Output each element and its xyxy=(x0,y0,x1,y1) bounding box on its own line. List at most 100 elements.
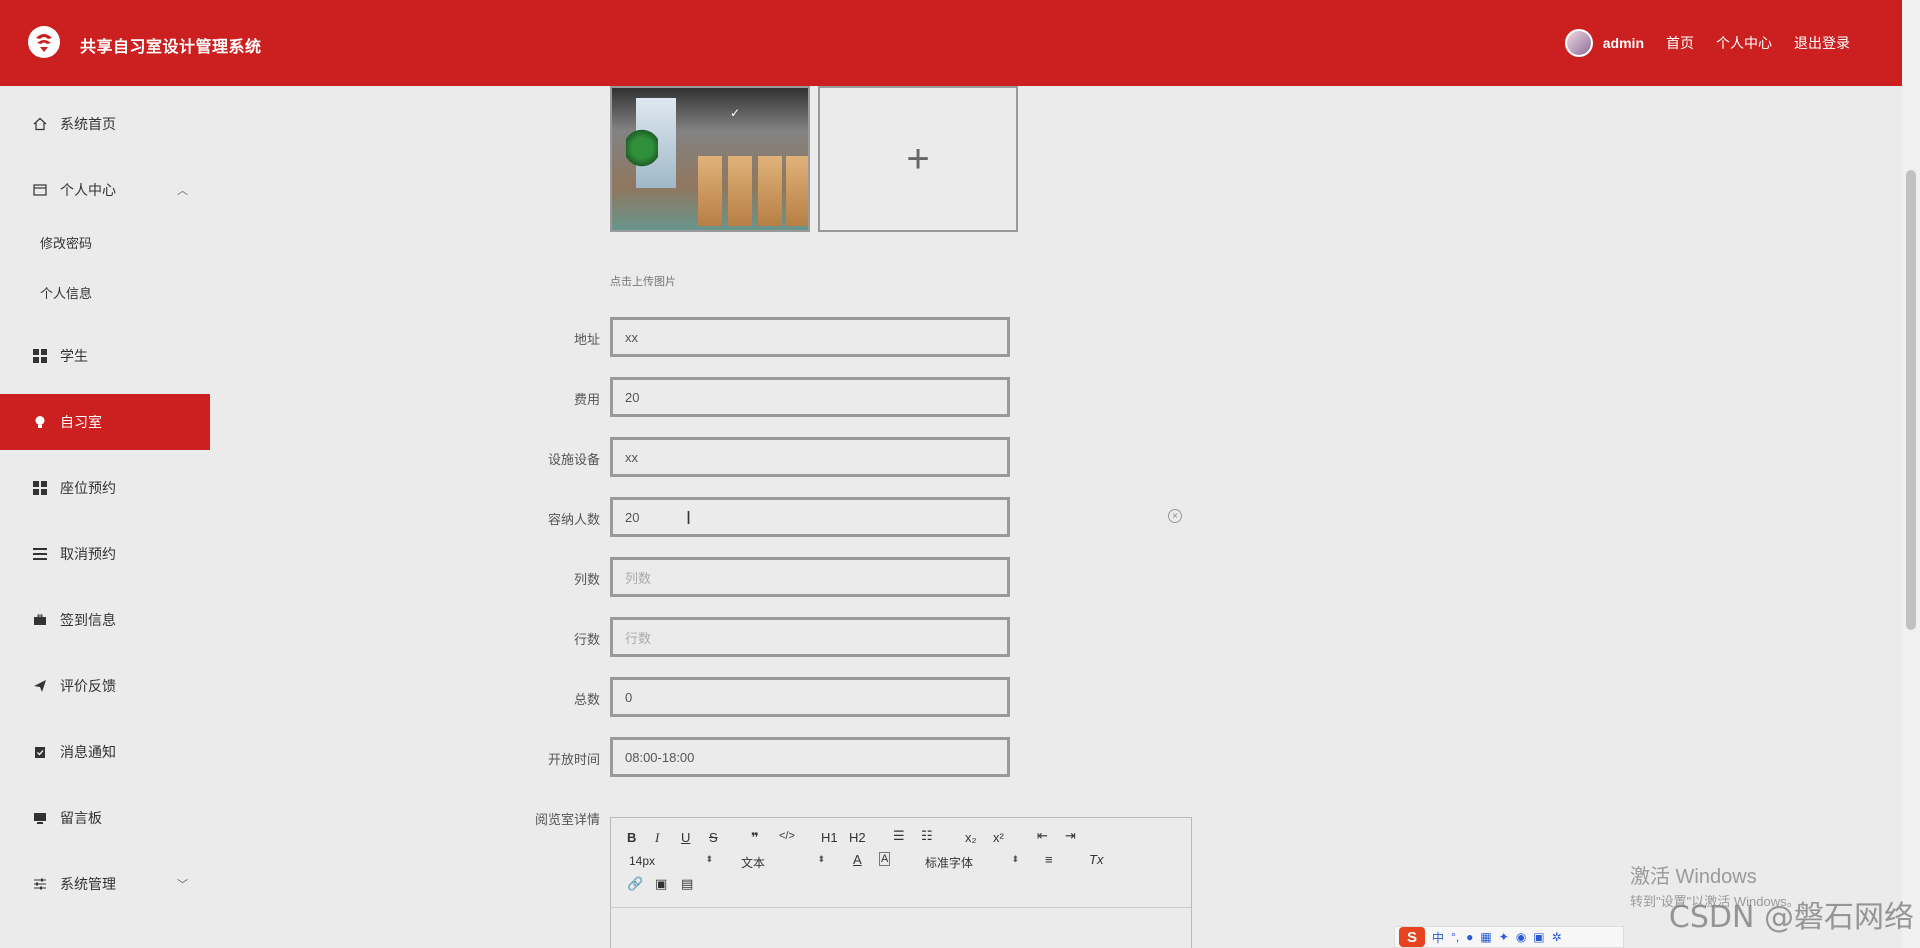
punctuation-icon[interactable]: °, xyxy=(1451,930,1459,944)
vertical-scrollbar[interactable] xyxy=(1902,0,1920,948)
address-input[interactable]: xx xyxy=(610,317,1010,357)
outdent-icon[interactable]: ⇤ xyxy=(1037,828,1048,844)
home-link[interactable]: 首页 xyxy=(1666,33,1694,53)
sidebar-subitem-personal-info[interactable]: 个人信息 xyxy=(0,267,210,317)
keyboard-icon[interactable]: ▦ xyxy=(1480,930,1491,944)
sidebar-item-label: 个人中心 xyxy=(60,182,116,198)
strike-button[interactable]: S xyxy=(709,830,718,845)
fee-input[interactable]: 20 xyxy=(610,377,1010,417)
italic-button[interactable]: I xyxy=(655,830,659,846)
total-input[interactable]: 0 xyxy=(610,677,1010,717)
logout-link[interactable]: 退出登录 xyxy=(1794,33,1850,53)
fee-label: 费用 xyxy=(573,392,600,407)
clipboard-icon xyxy=(32,744,48,760)
list-icon xyxy=(32,546,48,562)
link-icon[interactable]: 🔗 xyxy=(627,876,643,892)
editor-toolbar: B I U S ❞ </> H1 H2 ☰ ☷ x₂ x² ⇤ ⇥ 14px ⬍ … xyxy=(611,818,1191,908)
sidebar-subitem-change-password[interactable]: 修改密码 xyxy=(0,217,210,267)
check-icon: ✓ xyxy=(730,106,741,120)
font-family-select[interactable]: 标准字体 ⬍ xyxy=(925,854,1019,871)
watermark-line1: 激活 Windows xyxy=(1630,866,1757,888)
sidebar-item-label: 留言板 xyxy=(60,810,102,826)
chevron-up-icon: ︿ xyxy=(177,185,188,197)
sidebar-item-label: 签到信息 xyxy=(60,612,116,628)
sidebar-item-label: 取消预约 xyxy=(60,546,116,562)
total-label: 总数 xyxy=(573,692,600,707)
video-icon[interactable]: ▤ xyxy=(681,876,693,892)
sidebar-item-message-board[interactable]: 留言板 xyxy=(0,790,210,846)
grid-menu-icon[interactable]: ▣ xyxy=(1533,930,1544,944)
ime-mode[interactable]: 中 xyxy=(1432,929,1444,946)
app-logo xyxy=(28,26,60,58)
superscript-button[interactable]: x² xyxy=(993,830,1004,845)
upload-hint: 点击上传图片 xyxy=(610,276,676,288)
font-size-select[interactable]: 14px ⬍ xyxy=(629,854,713,868)
sidebar-item-label: 系统首页 xyxy=(60,116,116,132)
sidebar-item-personal-center[interactable]: 个人中心 ︿ xyxy=(0,162,210,218)
bold-button[interactable]: B xyxy=(627,830,636,845)
bulb-icon xyxy=(32,414,48,430)
columns-label: 列数 xyxy=(573,572,600,587)
sidebar-item-home[interactable]: 系统首页 xyxy=(0,96,210,152)
underline-button[interactable]: U xyxy=(681,830,690,845)
sidebar-item-label: 消息通知 xyxy=(60,744,116,760)
text-type-value: 文本 xyxy=(741,856,766,870)
upload-button[interactable]: + xyxy=(818,86,1018,232)
clear-icon[interactable]: × xyxy=(1168,509,1182,523)
text-type-select[interactable]: 文本 ⬍ xyxy=(741,854,825,871)
font-size-value: 14px xyxy=(629,854,656,868)
open-time-label: 开放时间 xyxy=(547,752,600,767)
sidebar-item-feedback[interactable]: 评价反馈 xyxy=(0,658,210,714)
bullet-list-icon[interactable]: ☷ xyxy=(921,828,933,844)
sidebar-item-label: 个人信息 xyxy=(40,285,93,301)
sidebar-item-seat-booking[interactable]: 座位预约 xyxy=(0,460,210,516)
rich-text-editor[interactable]: B I U S ❞ </> H1 H2 ☰ ☷ x₂ x² ⇤ ⇥ 14px ⬍ … xyxy=(610,817,1192,948)
sidebar-item-notifications[interactable]: 消息通知 xyxy=(0,724,210,780)
sidebar-item-students[interactable]: 学生 xyxy=(0,328,210,384)
microphone-icon[interactable]: ● xyxy=(1466,930,1473,944)
sidebar-item-cancel-booking[interactable]: 取消预约 xyxy=(0,526,210,582)
capacity-input[interactable]: 20 xyxy=(610,497,1010,537)
sogou-logo-icon: S xyxy=(1399,927,1425,947)
h1-button[interactable]: H1 xyxy=(821,830,838,845)
avatar xyxy=(1564,29,1593,57)
profile-link[interactable]: 个人中心 xyxy=(1716,33,1772,53)
username: admin xyxy=(1602,35,1644,51)
sidebar-item-checkin[interactable]: 签到信息 xyxy=(0,592,210,648)
sidebar-item-label: 评价反馈 xyxy=(60,678,116,694)
rows-input[interactable]: 行数 xyxy=(610,617,1010,657)
font-family-value: 标准字体 xyxy=(925,856,974,870)
h2-button[interactable]: H2 xyxy=(849,830,866,845)
sliders-icon xyxy=(32,876,48,892)
sidebar-item-study-room[interactable]: 自习室 xyxy=(0,394,210,450)
background-color-icon[interactable]: A xyxy=(879,852,891,866)
user-menu[interactable]: admin xyxy=(1564,29,1644,57)
columns-input[interactable]: 列数 xyxy=(610,557,1010,597)
select-arrow-icon: ⬍ xyxy=(817,854,825,864)
uploaded-image[interactable]: ✓ xyxy=(610,86,810,232)
font-color-icon[interactable]: A xyxy=(853,852,862,867)
image-icon[interactable]: ▣ xyxy=(655,876,667,892)
sidebar-item-system-management[interactable]: 系统管理 ﹀ xyxy=(0,856,210,912)
robot-icon[interactable]: ◉ xyxy=(1516,930,1526,944)
code-button[interactable]: </> xyxy=(779,830,795,842)
clear-format-button[interactable]: Tx xyxy=(1089,852,1103,867)
home-icon xyxy=(32,116,48,132)
ordered-list-icon[interactable]: ☰ xyxy=(893,828,905,844)
align-icon[interactable]: ≡ xyxy=(1045,852,1053,867)
sidebar-item-label: 自习室 xyxy=(60,414,102,430)
subscript-button[interactable]: x₂ xyxy=(965,830,977,845)
grid-icon xyxy=(32,480,48,496)
facilities-input[interactable]: xx xyxy=(610,437,1010,477)
scrollbar-thumb[interactable] xyxy=(1906,170,1916,630)
quote-button[interactable]: ❞ xyxy=(751,830,759,846)
grid-icon xyxy=(32,348,48,364)
settings-icon[interactable]: ✲ xyxy=(1552,930,1562,944)
open-time-input[interactable]: 08:00-18:00 xyxy=(610,737,1010,777)
facilities-label: 设施设备 xyxy=(547,452,600,467)
skin-icon[interactable]: ✦ xyxy=(1499,930,1509,944)
select-arrow-icon: ⬍ xyxy=(1011,854,1019,864)
ime-toolbar[interactable]: S 中 °, ● ▦ ✦ ◉ ▣ ✲ xyxy=(1394,926,1624,948)
csdn-watermark: CSDN @磐石网络 xyxy=(1668,900,1914,935)
indent-icon[interactable]: ⇥ xyxy=(1065,828,1076,844)
